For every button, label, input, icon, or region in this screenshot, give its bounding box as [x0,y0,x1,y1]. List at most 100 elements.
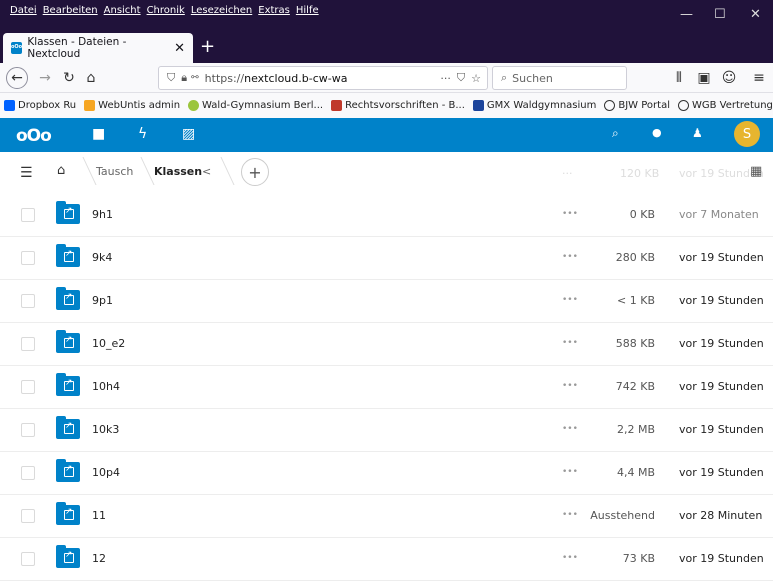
sidebar-icon[interactable]: ▣ [693,67,715,89]
nextcloud-logo-icon[interactable]: oOo [16,126,52,146]
shared-folder-icon[interactable] [56,244,80,267]
file-name[interactable]: 11 [92,509,106,522]
file-name[interactable]: 9k4 [92,251,112,264]
hamburger-menu-icon[interactable]: ≡ [748,67,770,89]
file-actions-icon[interactable]: ••• [562,209,578,219]
shared-folder-icon[interactable] [56,287,80,310]
bookmark-wald-gymnasium[interactable]: Wald-Gymnasium Berl... [188,100,323,111]
row-checkbox[interactable] [21,251,35,265]
home-icon[interactable]: ⌂ [80,67,102,89]
share-icon[interactable]: < [202,165,211,178]
file-actions-icon[interactable]: ••• [562,424,578,434]
permissions-icon[interactable]: ⚯ [191,73,199,83]
browser-tab[interactable]: Klassen - Dateien - Nextcloud ✕ [3,33,193,63]
menu-ansicht[interactable]: Ansicht [104,5,141,16]
row-checkbox[interactable] [21,466,35,480]
dropbox-icon [4,100,15,111]
forward-arrow-icon[interactable]: → [34,67,56,89]
table-row[interactable]: 10h4 ••• 742 KB vor 19 Stunden [0,366,773,409]
table-row[interactable]: 10_e2 ••• 588 KB vor 19 Stunden [0,323,773,366]
breadcrumb-tausch[interactable]: Tausch [96,165,133,178]
shared-folder-icon[interactable] [56,545,80,568]
breadcrumb-klassen[interactable]: Klassen [154,165,202,178]
bookmark-dropbox[interactable]: Dropbox Ru [4,100,76,111]
row-checkbox[interactable] [21,337,35,351]
file-name[interactable]: 12 [92,552,106,565]
search-input[interactable]: ⌕ Suchen [492,66,627,90]
notifications-icon[interactable]: ● [652,126,662,139]
table-row[interactable]: 10k3 ••• 2,2 MB vor 19 Stunden [0,409,773,452]
file-actions-icon[interactable]: ••• [562,252,578,262]
file-name[interactable]: 10_e2 [92,337,125,350]
close-tab-icon[interactable]: ✕ [174,41,185,56]
gallery-icon[interactable]: ▨ [182,126,195,142]
menu-bearbeiten[interactable]: Bearbeiten [43,5,98,16]
menu-chronik[interactable]: Chronik [147,5,185,16]
lock-icon[interactable]: 🔒︎ [181,71,187,85]
file-actions-icon[interactable]: ••• [562,381,578,391]
bookmark-bjw-portal[interactable]: BJW Portal [604,100,670,111]
url-bar[interactable]: ⛉ 🔒︎ ⚯ https://nextcloud.b-cw-wa ··· ⛉ ☆ [158,66,488,90]
minimize-icon[interactable]: — [680,7,693,22]
row-checkbox[interactable] [21,423,35,437]
account-icon[interactable]: ☺ [718,67,740,89]
shared-folder-icon[interactable] [56,373,80,396]
maximize-icon[interactable]: ☐ [714,7,726,22]
shared-folder-icon[interactable] [56,201,80,224]
file-actions-icon[interactable]: ••• [562,510,578,520]
add-new-button[interactable]: + [241,158,269,186]
back-arrow-icon[interactable]: ← [6,67,28,89]
file-name[interactable]: 9p1 [92,294,113,307]
file-name[interactable]: 10k3 [92,423,119,436]
row-checkbox[interactable] [21,380,35,394]
file-size: < 1 KB [617,294,655,307]
page-actions-icon[interactable]: ··· [440,72,451,85]
menu-hilfe[interactable]: Hilfe [296,5,319,16]
contacts-icon[interactable]: ♟ [692,126,703,140]
library-icon[interactable]: ⫴ [668,67,690,89]
menu-datei[interactable]: Datei [10,5,37,16]
shared-folder-icon[interactable] [56,416,80,439]
files-app-icon[interactable]: ■ [92,126,105,142]
pocket-icon[interactable]: ⛉ [457,71,465,85]
close-window-icon[interactable]: ✕ [750,7,761,22]
table-row[interactable]: 10p4 ••• 4,4 MB vor 19 Stunden [0,452,773,495]
shared-folder-icon[interactable] [56,502,80,525]
file-actions-icon[interactable]: ••• [562,295,578,305]
table-row[interactable]: 9p1 ••• < 1 KB vor 19 Stunden [0,280,773,323]
row-checkbox[interactable] [21,509,35,523]
file-actions-icon[interactable]: ••• [562,338,578,348]
shield-icon[interactable]: ⛉ [167,71,175,85]
menu-lesezeichen[interactable]: Lesezeichen [191,5,252,16]
bookmark-rechtsvorschriften[interactable]: Rechtsvorschriften - B... [331,100,465,111]
home-icon[interactable]: ⌂ [57,163,65,178]
leaf-icon [188,100,200,111]
table-row[interactable]: 12 ••• 73 KB vor 19 Stunden [0,538,773,581]
new-tab-icon[interactable]: + [200,36,215,57]
file-name[interactable]: 10h4 [92,380,120,393]
bookmark-wgb-vertretung[interactable]: WGB Vertretung [677,100,773,111]
bookmark-gmx[interactable]: GMX Waldgymnasium [472,100,596,111]
file-name[interactable]: 10p4 [92,466,120,479]
activity-icon[interactable]: ϟ [138,126,147,142]
shared-folder-icon[interactable] [56,330,80,353]
navigation-toggle-icon[interactable]: ☰ [20,165,33,181]
avatar[interactable]: S [734,121,760,147]
row-checkbox[interactable] [21,552,35,566]
shared-folder-icon[interactable] [56,459,80,482]
bookmark-webuntis[interactable]: WebUntis admin [84,100,180,111]
grid-view-icon[interactable]: ▦ [750,164,762,179]
table-row[interactable]: 9h1 ••• 0 KB vor 7 Monaten [0,194,773,237]
row-checkbox[interactable] [21,208,35,222]
row-checkbox[interactable] [21,294,35,308]
table-row[interactable]: 9k4 ••• 280 KB vor 19 Stunden [0,237,773,280]
reload-icon[interactable]: ↻ [58,67,80,89]
menu-extras[interactable]: Extras [258,5,290,16]
table-row[interactable]: 11 ••• Ausstehend vor 28 Minuten [0,495,773,538]
file-name[interactable]: 9h1 [92,208,113,221]
search-icon[interactable]: ⌕ [612,126,619,141]
bookmark-star-icon[interactable]: ☆ [471,72,481,85]
globe-icon [677,100,689,111]
file-actions-icon[interactable]: ••• [562,467,578,477]
file-actions-icon[interactable]: ••• [562,553,578,563]
